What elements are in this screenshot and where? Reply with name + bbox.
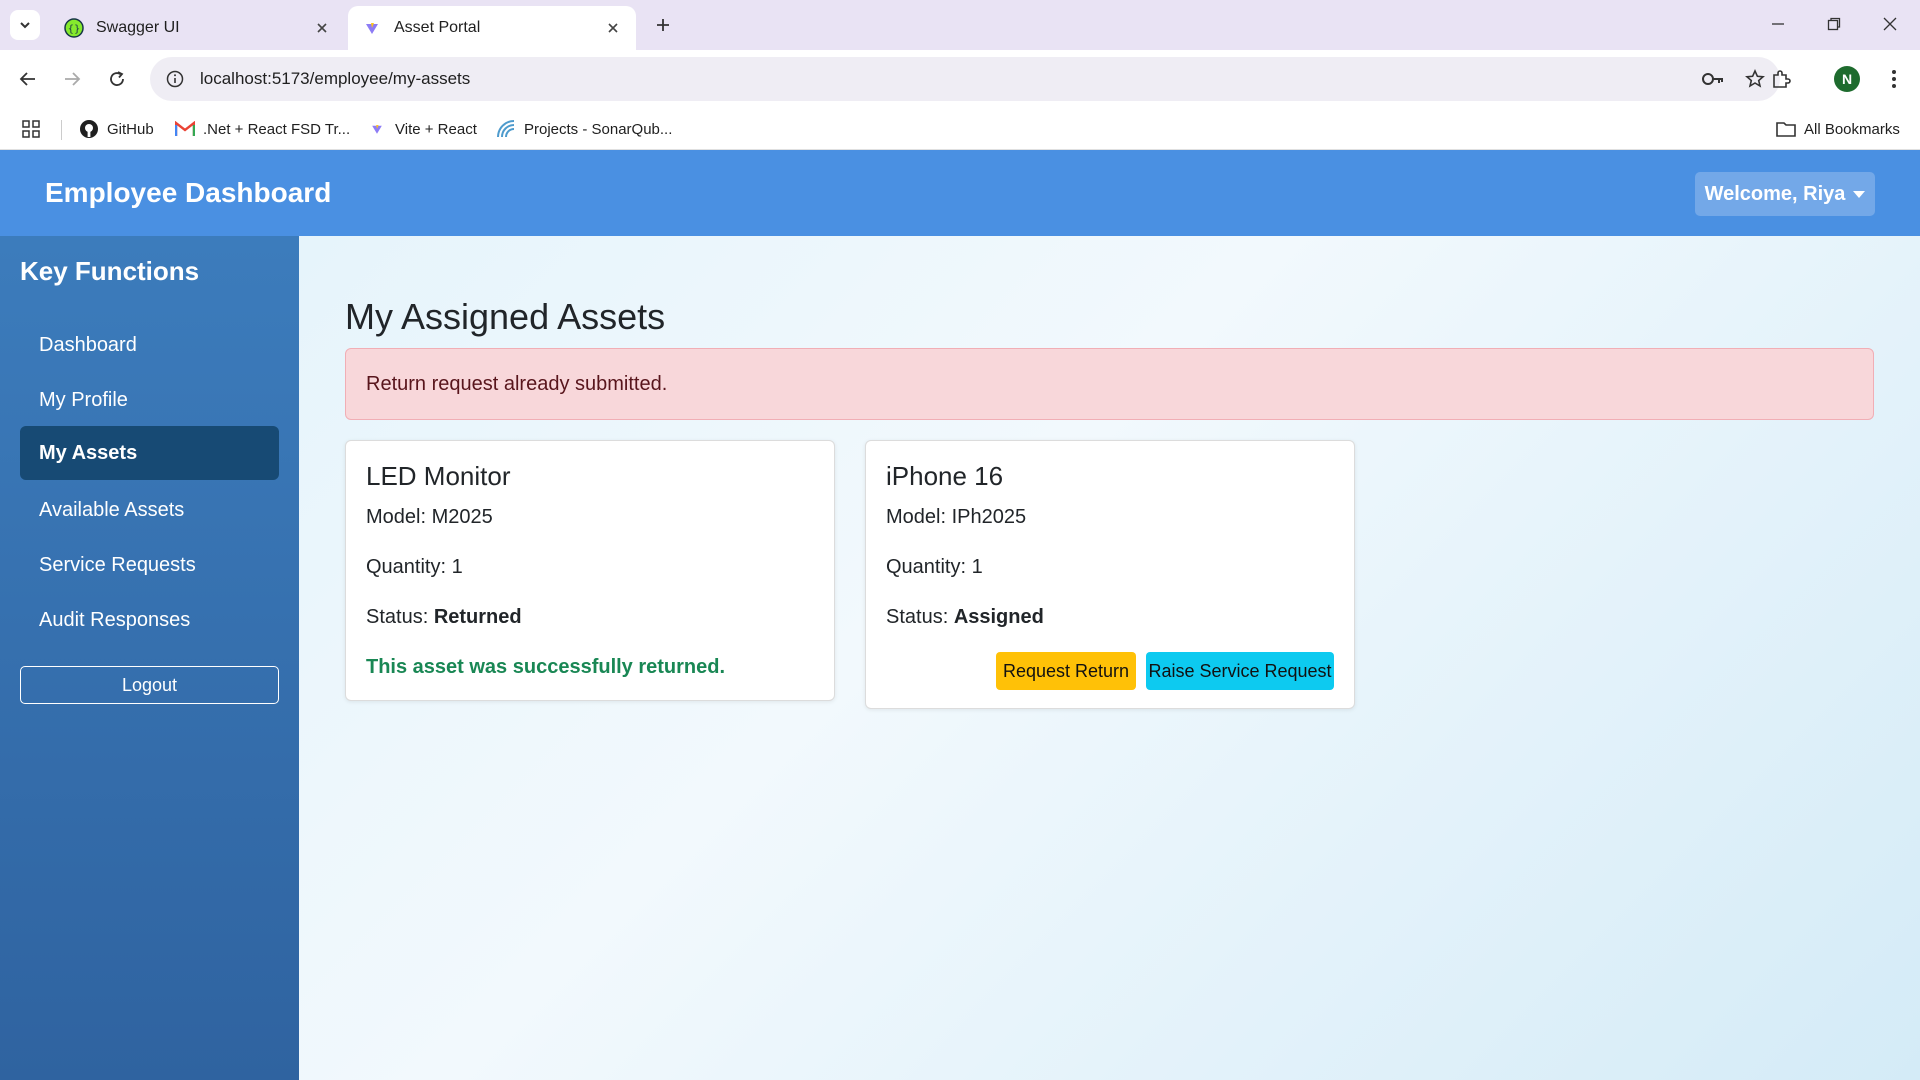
sidebar-title: Key Functions <box>20 256 200 286</box>
user-menu-dropdown[interactable]: Welcome, Riya <box>1695 172 1875 216</box>
browser-menu-button[interactable] <box>1878 63 1910 95</box>
welcome-label: Welcome, Riya <box>1704 182 1846 205</box>
main-content: My Assigned Assets Return request alread… <box>299 236 1920 1080</box>
bookmark-label: GitHub <box>107 120 154 138</box>
tab-title: Swagger UI <box>96 19 180 36</box>
asset-model: Model: IPh2025 <box>886 506 1027 528</box>
profile-button[interactable]: N <box>1831 63 1863 95</box>
url-text[interactable]: localhost:5173/employee/my-assets <box>200 69 1696 89</box>
sidebar-item-label: Available Assets <box>39 498 185 521</box>
browser-toolbar: localhost:5173/employee/my-assets N <box>0 50 1920 108</box>
all-bookmarks-button[interactable]: All Bookmarks <box>1776 117 1900 141</box>
asset-name: iPhone 16 <box>886 461 1004 491</box>
bookmark-github[interactable]: GitHub <box>79 117 154 141</box>
minimize-button[interactable] <box>1756 8 1800 40</box>
address-bar[interactable]: localhost:5173/employee/my-assets <box>150 57 1780 101</box>
puzzle-icon <box>1773 70 1791 88</box>
bookmark-net-react[interactable]: .Net + React FSD Tr... <box>175 117 350 141</box>
sidebar-item-my-profile[interactable]: My Profile <box>20 373 279 427</box>
bookmark-label: Vite + React <box>395 120 477 138</box>
sidebar-item-audit-responses[interactable]: Audit Responses <box>20 593 279 647</box>
close-icon[interactable] <box>313 19 331 37</box>
vite-favicon-icon <box>366 23 378 34</box>
new-tab-button[interactable] <box>648 10 678 40</box>
reload-button[interactable] <box>101 63 133 95</box>
raise-service-request-button[interactable]: Raise Service Request <box>1146 652 1334 690</box>
asset-card-led-monitor: LED Monitor Model: M2025 Quantity: 1 Sta… <box>345 440 835 701</box>
github-icon <box>79 119 99 139</box>
more-vertical-icon <box>1892 70 1896 88</box>
vite-icon <box>367 119 387 139</box>
back-button[interactable] <box>12 63 44 95</box>
tab-swagger-ui[interactable]: {} Swagger UI <box>50 6 345 50</box>
restore-icon <box>1827 17 1841 31</box>
close-icon <box>1883 17 1897 31</box>
sidebar-item-dashboard[interactable]: Dashboard <box>20 318 279 372</box>
asset-card-iphone-16: iPhone 16 Model: IPh2025 Quantity: 1 Sta… <box>865 440 1355 709</box>
asset-status: Status: Assigned <box>886 606 1044 628</box>
asset-name: LED Monitor <box>366 461 511 491</box>
restore-button[interactable] <box>1812 8 1856 40</box>
sidebar-item-label: Audit Responses <box>39 608 191 631</box>
app-title: Employee Dashboard <box>45 177 332 208</box>
status-value: Returned <box>433 606 522 628</box>
extensions-button[interactable] <box>1765 63 1797 95</box>
arrow-right-icon <box>65 72 81 86</box>
bookmark-label: .Net + React FSD Tr... <box>203 120 351 138</box>
sidebar-item-label: My Profile <box>39 388 128 411</box>
bookmark-label: Projects - SonarQub... <box>524 120 673 138</box>
password-key-icon[interactable] <box>1696 62 1730 96</box>
tab-search-button[interactable] <box>10 10 40 40</box>
arrow-left-icon <box>19 72 35 86</box>
close-window-button[interactable] <box>1868 8 1912 40</box>
plus-icon <box>657 19 669 31</box>
close-icon[interactable] <box>604 19 622 37</box>
page-title: My Assigned Assets <box>345 296 666 337</box>
sidebar-item-label: Dashboard <box>39 333 137 356</box>
apps-grid-icon <box>22 120 40 138</box>
sidebar-item-label: My Assets <box>39 441 138 464</box>
minimize-icon <box>1772 23 1784 25</box>
bookmark-separator <box>61 120 62 140</box>
tab-asset-portal[interactable]: Asset Portal <box>348 6 636 50</box>
app-header: Employee Dashboard Welcome, Riya <box>0 150 1920 236</box>
returned-note: This asset was successfully returned. <box>366 656 726 678</box>
folder-icon <box>1776 119 1796 139</box>
browser-tab-bar: {} Swagger UI Asset Portal <box>0 0 1920 50</box>
alert-message: Return request already submitted. <box>345 348 1874 420</box>
swagger-favicon-icon: {} <box>64 18 84 38</box>
caret-down-icon <box>1853 190 1866 198</box>
apps-button[interactable] <box>21 117 41 141</box>
asset-model: Model: M2025 <box>366 506 493 528</box>
reload-icon <box>110 71 124 86</box>
forward-button[interactable] <box>56 63 88 95</box>
sidebar-item-available-assets[interactable]: Available Assets <box>20 483 279 537</box>
gmail-icon <box>175 119 195 139</box>
bookmark-vite-react[interactable]: Vite + React <box>367 117 477 141</box>
request-return-button[interactable]: Request Return <box>996 652 1136 690</box>
avatar: N <box>1834 66 1860 92</box>
sidebar-item-my-assets[interactable]: My Assets <box>20 426 279 480</box>
bookmarks-bar: GitHub .Net + React FSD Tr... Vite + Rea… <box>0 108 1920 150</box>
chevron-down-icon <box>20 22 30 29</box>
site-info-icon[interactable] <box>164 68 186 90</box>
asset-status: Status: Returned <box>366 606 522 628</box>
logout-button[interactable]: Logout <box>20 666 279 704</box>
asset-quantity: Quantity: 1 <box>366 556 463 578</box>
tab-title: Asset Portal <box>394 19 481 36</box>
sidebar-item-service-requests[interactable]: Service Requests <box>20 538 279 592</box>
status-value: Assigned <box>953 606 1044 628</box>
bookmark-label: All Bookmarks <box>1804 120 1900 138</box>
svg-text:{}: {} <box>68 24 81 35</box>
sidebar: Key Functions Dashboard My Profile My As… <box>0 236 299 1080</box>
bookmark-sonarqube[interactable]: Projects - SonarQub... <box>496 117 672 141</box>
sidebar-item-label: Service Requests <box>39 553 196 576</box>
asset-quantity: Quantity: 1 <box>886 556 983 578</box>
sonarqube-icon <box>496 119 516 139</box>
